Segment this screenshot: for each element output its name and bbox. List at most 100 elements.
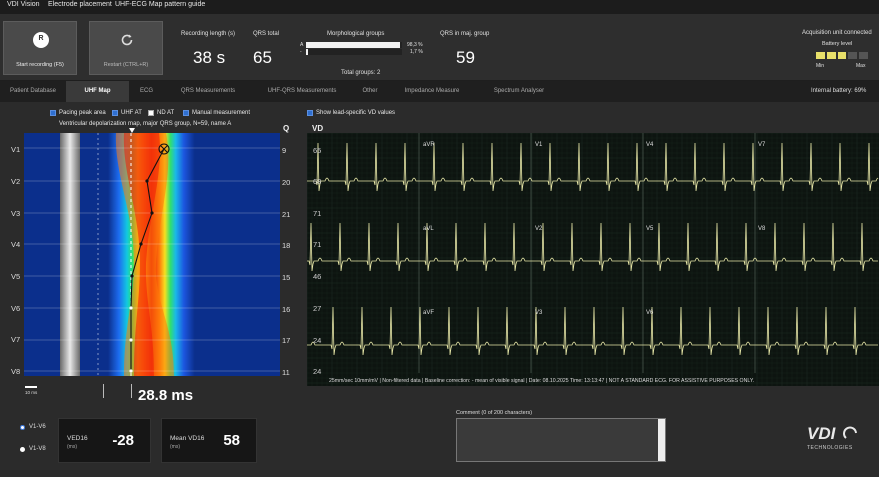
battery-level-indicator [816, 52, 868, 59]
nd-at-checkbox[interactable]: ND AT [148, 110, 174, 116]
mean-vd16-unit: (ms) [170, 444, 180, 450]
ecg-lead-label: aVF [423, 310, 435, 316]
lead-label: V2 [11, 177, 21, 186]
mean-vd16-card: Mean VD16 (ms) 58 [161, 418, 257, 463]
internal-battery: Internal battery: 69% [811, 88, 867, 94]
tab-uhf-qrs-measurements[interactable]: UHF-QRS Measurements [252, 81, 352, 102]
vd-value: 24 [313, 367, 322, 376]
scale-label: 10 ms [25, 390, 38, 395]
vd-marker-right [131, 384, 132, 398]
ecg-lead-label: aVR [423, 142, 435, 148]
lead-label: V4 [11, 240, 21, 249]
restart-icon [119, 32, 135, 48]
ecg-lead-label: V6 [646, 310, 654, 316]
map-marker-triangle[interactable] [129, 128, 135, 133]
mean-vd16-value: 58 [223, 432, 240, 449]
uhf-depolarization-map[interactable] [24, 133, 280, 376]
recording-length-label: Recording length (s) [181, 31, 236, 37]
ecg-lead-label: V1 [535, 142, 543, 148]
q-value: 20 [282, 178, 291, 187]
tab-other[interactable]: Other [352, 81, 388, 102]
start-recording-button[interactable]: R Start recording (F5) [3, 21, 77, 75]
comment-scrollbar[interactable] [658, 419, 665, 461]
ved16-value: -28 [112, 432, 134, 449]
record-icon: R [33, 32, 49, 48]
q-value: 11 [282, 368, 290, 377]
battery-cell [816, 52, 825, 59]
q-value: 17 [282, 336, 291, 345]
tab-bar: Patient Database UHF Map ECG QRS Measure… [0, 81, 879, 102]
morph-bar-a [306, 42, 402, 48]
ecg-lead-label: V7 [758, 142, 766, 148]
ecg-trace [307, 142, 879, 192]
qrs-total-value: 65 [253, 48, 272, 67]
recording-length-value: 38 s [193, 48, 226, 67]
qrs-maj-label: QRS in maj. group [440, 31, 490, 37]
restart-button[interactable]: Restart (CTRL+R) [89, 21, 163, 75]
ecg-lead-label: V3 [535, 310, 543, 316]
ved16-label: VED16 [67, 435, 88, 442]
qrs-maj-value: 59 [456, 48, 475, 67]
mean-vd16-label: Mean VD16 [170, 435, 205, 442]
q-value: 21 [282, 210, 291, 219]
menu-vdi-vision[interactable]: VDI Vision [7, 1, 40, 8]
ecg-lead-label: V5 [646, 226, 654, 232]
ecg-lead-label: aVL [423, 226, 434, 232]
q-value: 16 [282, 305, 291, 314]
q-value: 15 [282, 273, 291, 282]
tab-uhf-map[interactable]: UHF Map [66, 81, 129, 102]
ecg-trace [307, 222, 878, 272]
battery-cell [826, 52, 836, 59]
lead-label: V1 [11, 145, 21, 154]
tab-ecg[interactable]: ECG [129, 81, 164, 102]
menu-pattern-guide[interactable]: UHF-ECG Map pattern guide [115, 1, 205, 8]
vd-value: 46 [313, 272, 322, 281]
pacing-peak-checkbox[interactable]: Pacing peak area [50, 110, 106, 116]
total-groups: Total groups: 2 [341, 70, 381, 76]
morph-bar-other [306, 49, 402, 55]
q-header: Q [283, 124, 290, 133]
battery-min-label: Min [816, 63, 825, 69]
tab-impedance-measure[interactable]: Impedance Measure [388, 81, 476, 102]
battery-cell [859, 52, 868, 59]
vd-header: VD [312, 124, 324, 133]
tab-spectrum-analyser[interactable]: Spectrum Analyser [476, 81, 562, 102]
acquisition-status: Acquisition unit connected [802, 30, 872, 36]
ecg-lead-label: V2 [535, 226, 543, 232]
ecg-lead-label: V8 [758, 226, 766, 232]
lead-label: V6 [11, 304, 21, 313]
battery-cell [848, 52, 858, 59]
lead-specific-checkbox[interactable]: Show lead-specific VD values [307, 110, 395, 116]
scale-bar [25, 386, 37, 388]
vd-value: 68 [313, 177, 322, 186]
q-value: 9 [282, 146, 287, 155]
vd-value: 65 [313, 146, 322, 155]
lead-label: V3 [11, 209, 21, 218]
ved16-card: VED16 (ms) -28 [58, 418, 151, 463]
manual-measurement-checkbox[interactable]: Manual measurement [183, 110, 250, 116]
control-panel: R Start recording (F5) Restart (CTRL+R) … [0, 14, 879, 81]
restart-label: Restart (CTRL+R) [103, 62, 149, 68]
menu-electrode-placement[interactable]: Electrode placement [48, 1, 112, 8]
lead-label: V5 [11, 272, 21, 281]
radio-v1-v6[interactable]: V1-V6 [20, 424, 46, 430]
uhf-at-checkbox[interactable]: UHF AT [112, 110, 142, 116]
vdi-logo: VDI TECHNOLOGIES [805, 424, 863, 454]
vd-marker-left [103, 384, 104, 398]
tab-patient-database[interactable]: Patient Database [0, 81, 66, 102]
lead-label: V7 [11, 335, 21, 344]
comment-textarea[interactable] [456, 418, 666, 462]
battery-max-label: Max [856, 63, 866, 69]
radio-v1-v8[interactable]: V1-V8 [20, 446, 46, 452]
lead-label: V8 [11, 367, 21, 376]
map-title: Ventricular depolarization map, major QR… [59, 121, 232, 127]
start-recording-label: Start recording (F5) [16, 62, 64, 68]
vd-value: 27 [313, 304, 322, 313]
ecg-panel[interactable]: 25mm/sec 10mm/mV | Non-filtered data | B… [307, 133, 879, 386]
ecg-traces [307, 133, 879, 386]
tab-qrs-measurements[interactable]: QRS Measurements [164, 81, 252, 102]
vd-value: 24 [313, 336, 322, 345]
comment-label: Comment (0 of 200 characters) [456, 410, 533, 416]
morph-groups-label: Morphological groups [327, 31, 385, 37]
vd-value: 71 [313, 209, 322, 218]
